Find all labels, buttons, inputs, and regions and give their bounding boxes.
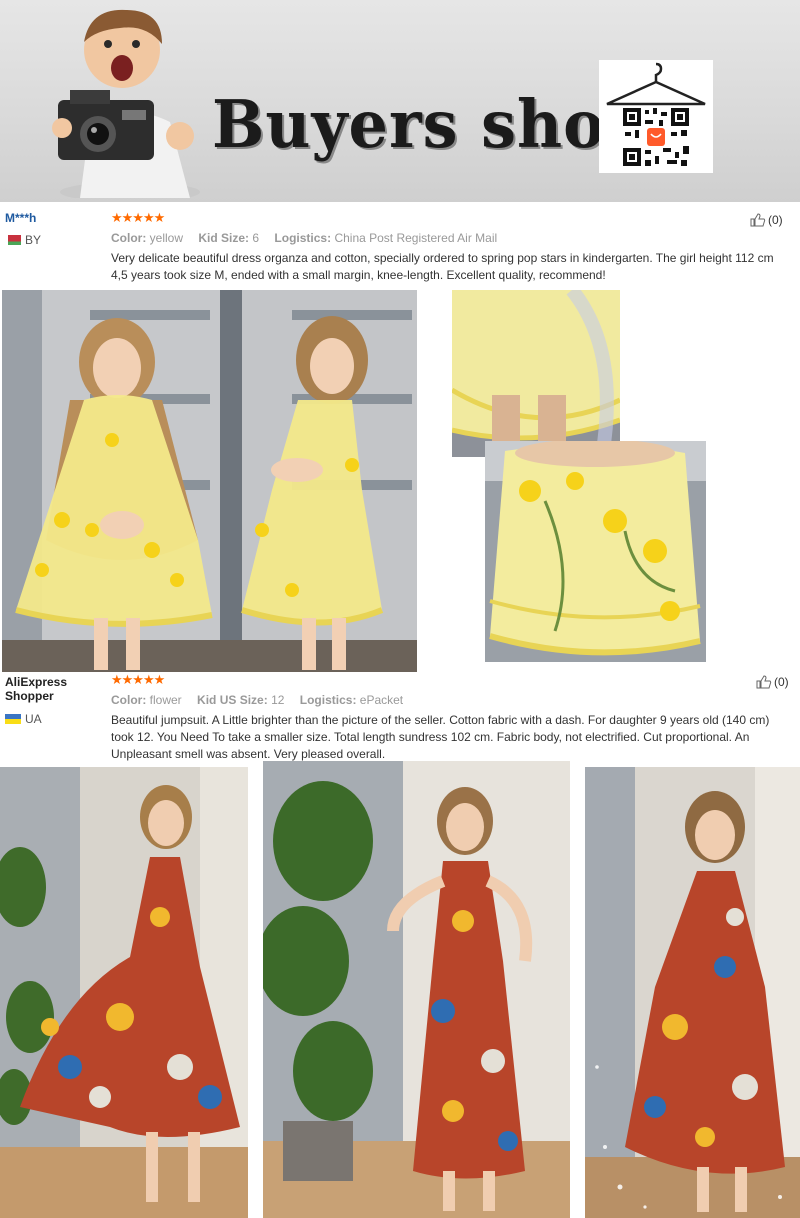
thumbs-up-icon xyxy=(750,213,766,227)
attr-value: China Post Registered Air Mail xyxy=(334,231,498,245)
review-2: AliExpress Shopper UA ★★★★★ Color: flowe… xyxy=(0,672,800,766)
attr-label: Color: xyxy=(111,693,147,707)
thumbs-up-icon xyxy=(756,675,772,689)
attr-label: Kid US Size: xyxy=(197,693,268,707)
helpful-button[interactable]: (0) xyxy=(756,675,789,689)
helpful-count: (0) xyxy=(768,213,783,227)
belarus-flag-icon xyxy=(5,235,21,245)
reviewer-country: BY xyxy=(5,233,41,247)
review-photo-jumpsuit-1[interactable] xyxy=(0,767,248,1218)
attr-label: Color: xyxy=(111,231,147,245)
review-photo-yellow-dress-full[interactable] xyxy=(2,290,417,672)
review-text: Very delicate beautiful dress organza an… xyxy=(111,251,774,282)
boy-with-camera-icon xyxy=(50,2,210,202)
reviewer-name[interactable]: M***h xyxy=(5,211,36,225)
reviewer-country: UA xyxy=(5,712,42,726)
review-1: M***h BY ★★★★★ Color: yellow Kid Size: 6… xyxy=(0,202,800,290)
review-photo-jumpsuit-3[interactable] xyxy=(585,767,800,1218)
attr-value: flower xyxy=(149,693,182,707)
buyers-show-banner: Buyers show xyxy=(0,0,800,202)
helpful-button[interactable]: (0) xyxy=(750,213,783,227)
review-photo-dress-detail-top[interactable] xyxy=(452,290,620,457)
rating-stars: ★★★★★ xyxy=(111,672,165,687)
order-attributes: Color: flower Kid US Size: 12 Logistics:… xyxy=(111,693,415,707)
review-photo-dress-detail-bottom[interactable] xyxy=(485,441,706,662)
reviewer-name[interactable]: AliExpress Shopper xyxy=(5,675,95,703)
ukraine-flag-icon xyxy=(5,714,21,724)
attr-label: Kid Size: xyxy=(198,231,250,245)
attr-label: Logistics: xyxy=(299,693,357,707)
order-attributes: Color: yellow Kid Size: 6 Logistics: Chi… xyxy=(111,231,509,245)
attr-value: 6 xyxy=(252,231,260,245)
attr-label: Logistics: xyxy=(274,231,332,245)
banner-title: Buyers show xyxy=(212,86,660,163)
review-text: Beautiful jumpsuit. A Little brighter th… xyxy=(111,713,770,761)
review-photo-jumpsuit-2[interactable] xyxy=(263,761,570,1218)
attr-value: ePacket xyxy=(359,693,404,707)
country-code: BY xyxy=(25,233,42,247)
rating-stars: ★★★★★ xyxy=(111,210,165,225)
country-code: UA xyxy=(25,712,42,726)
attr-value: 12 xyxy=(271,693,285,707)
qr-code-icon[interactable] xyxy=(599,60,713,173)
helpful-count: (0) xyxy=(774,675,789,689)
attr-value: yellow xyxy=(149,231,184,245)
